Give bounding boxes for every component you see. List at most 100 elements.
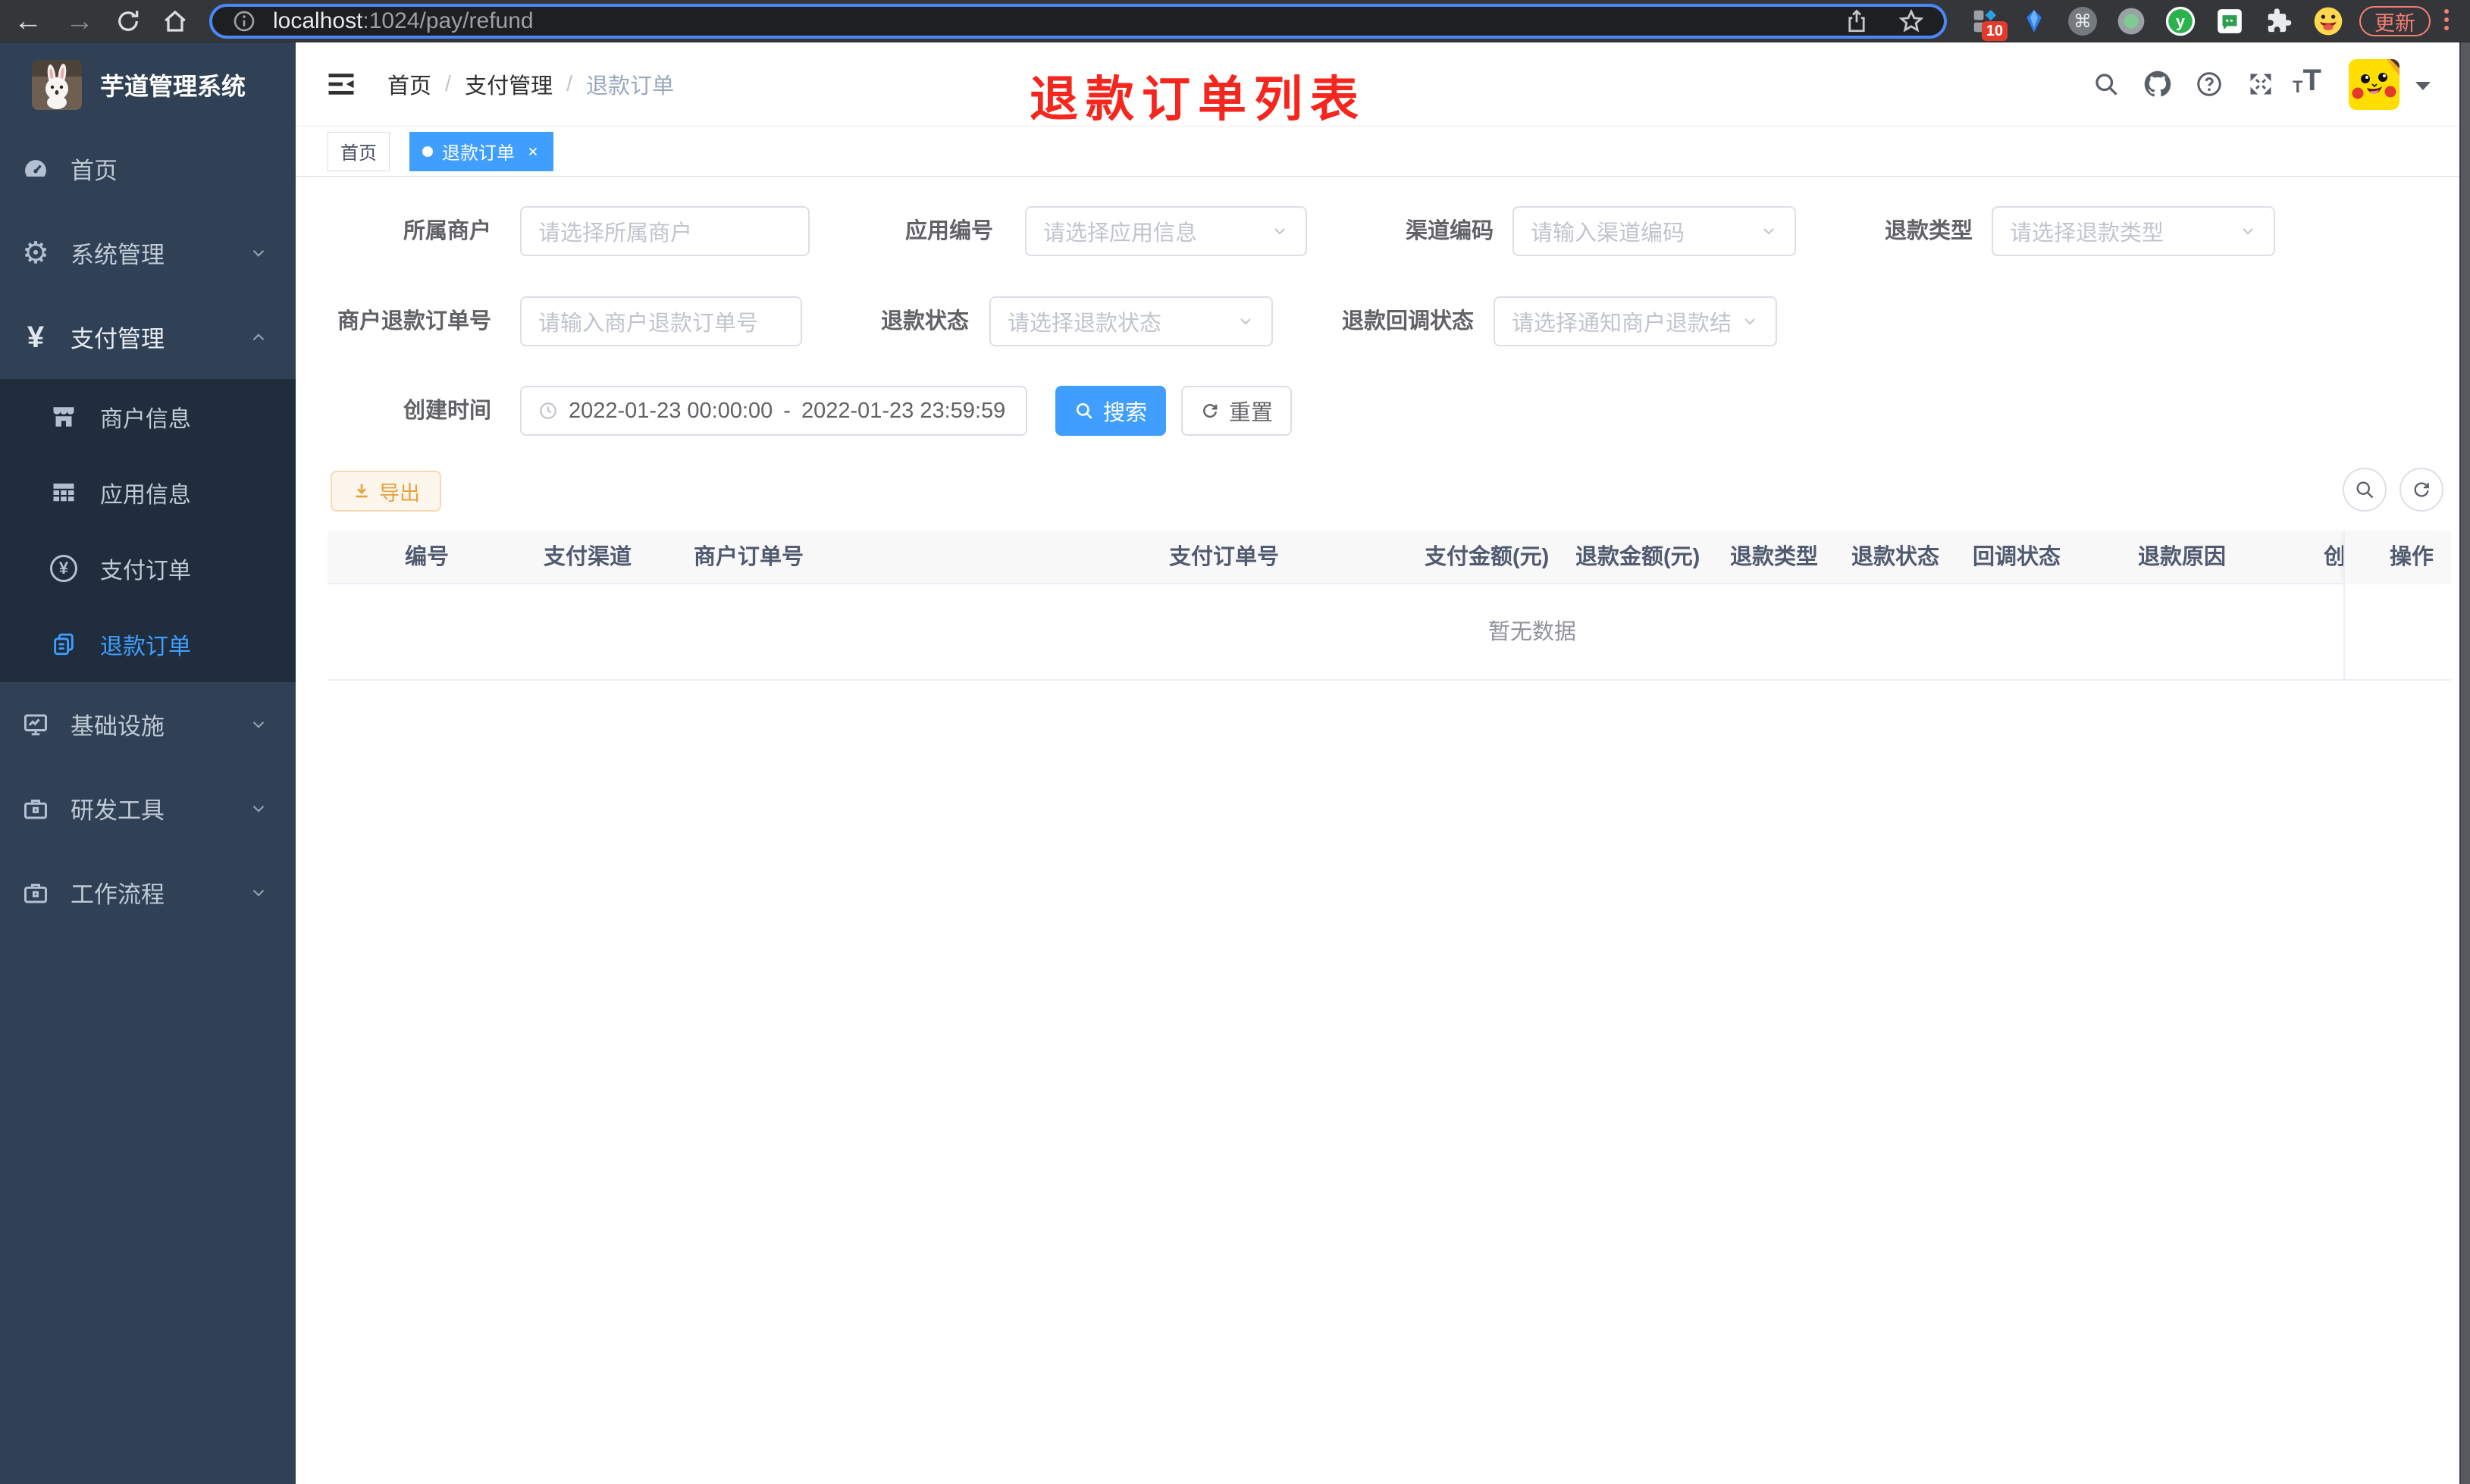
extensions-puzzle-icon[interactable] — [2264, 6, 2294, 36]
filter-label-channel: 渠道编码 — [1405, 219, 1494, 243]
url-path: :1024/pay/refund — [362, 8, 534, 33]
extension-command-icon[interactable]: ⌘ — [2068, 7, 2097, 36]
app-logo-row[interactable]: 芋道管理系统 — [0, 42, 296, 127]
extension-gem-icon[interactable] — [2019, 6, 2049, 36]
filter-label-refund-type: 退款类型 — [1884, 219, 1973, 243]
refund-status-select[interactable]: 请选择退款状态 — [989, 296, 1273, 346]
page-info-icon[interactable] — [232, 9, 256, 33]
extension-emoji-icon[interactable] — [2313, 6, 2343, 36]
github-icon[interactable] — [2144, 70, 2171, 98]
sidebar-item-label: 支付管理 — [71, 326, 165, 352]
document-copy-icon — [49, 629, 79, 659]
extension-chat-icon[interactable] — [2215, 6, 2245, 36]
chevron-down-icon — [249, 799, 268, 819]
col-pay-amount: 支付金额(元) — [1425, 545, 1550, 569]
chevron-down-icon — [249, 243, 268, 263]
monitor-chart-icon — [19, 708, 52, 741]
chevron-down-icon — [249, 715, 268, 734]
col-refund-type: 退款类型 — [1730, 545, 1819, 569]
extension-grid-icon[interactable]: 10 — [1970, 6, 2008, 41]
download-icon — [356, 484, 368, 498]
sidebar: 芋道管理系统 首页 ⚙ 系统管理 ¥ 支付管理 商户信息 应用信息 ¥ 支付订单… — [0, 42, 296, 1484]
sidebar-item-label: 基础设施 — [71, 713, 165, 740]
refresh-table-button[interactable] — [2399, 468, 2443, 512]
chevron-down-icon — [1271, 222, 1289, 240]
sidebar-item-refund-order[interactable]: 退款订单 — [0, 606, 296, 682]
channel-select[interactable]: 请输入渠道编码 — [1512, 206, 1796, 256]
browser-home-button[interactable] — [150, 0, 200, 42]
create-time-range-picker[interactable]: 2022-01-23 00:00:00 - 2022-01-23 23:59:5… — [520, 386, 1027, 436]
fullscreen-icon[interactable] — [2247, 70, 2274, 98]
tag-label: 退款订单 — [442, 143, 515, 164]
col-pay-order-no: 支付订单号 — [1169, 545, 1280, 569]
breadcrumb-pay[interactable]: 支付管理 — [465, 68, 553, 100]
shop-icon — [49, 402, 79, 432]
sidebar-item-label: 商户信息 — [100, 407, 191, 432]
sidebar-item-home[interactable]: 首页 — [0, 127, 296, 211]
top-navbar: 首页 / 支付管理 / 退款订单 退款订单列表 TT — [296, 42, 2470, 127]
caret-down-icon[interactable] — [2415, 82, 2431, 90]
address-bar[interactable]: localhost:1024/pay/refund — [209, 4, 1947, 39]
browser-update-button[interactable]: 更新 — [2359, 6, 2431, 36]
search-icon[interactable] — [2092, 70, 2120, 98]
extension-y-icon[interactable]: y — [2165, 6, 2196, 36]
sidebar-item-system[interactable]: ⚙ 系统管理 — [0, 211, 296, 295]
content-panel: 所属商户 请选择所属商户 应用编号 请选择应用信息 渠道编码 请输入渠道编码 退… — [296, 177, 2470, 1484]
merchant-refund-no-input[interactable]: 请输入商户退款订单号 — [520, 296, 802, 346]
main-area: 首页 / 支付管理 / 退款订单 退款订单列表 TT 首页 退款订单 所属商户 … — [296, 42, 2470, 1484]
tags-view-bar: 首页 退款订单 — [296, 126, 2470, 177]
tag-refund-order[interactable]: 退款订单 — [409, 131, 553, 171]
browser-menu-icon[interactable] — [2444, 9, 2450, 30]
date-end-value: 2022-01-23 23:59:59 — [801, 398, 1006, 423]
tag-home[interactable]: 首页 — [328, 131, 390, 171]
extension-record-icon[interactable] — [2116, 6, 2146, 36]
browser-forward-button[interactable]: → — [55, 0, 105, 42]
col-refund-status: 退款状态 — [1851, 545, 1940, 569]
col-refund-reason: 退款原因 — [2138, 545, 2227, 569]
tag-label: 首页 — [340, 143, 377, 164]
sidebar-item-pay[interactable]: ¥ 支付管理 — [0, 295, 296, 379]
search-icon — [1077, 403, 1092, 419]
tag-close-icon[interactable] — [525, 144, 541, 159]
browser-back-button[interactable]: ← — [3, 0, 53, 42]
font-size-icon[interactable]: TT — [2293, 65, 2332, 95]
sidebar-item-infra[interactable]: 基础设施 — [0, 682, 296, 766]
share-icon[interactable] — [1844, 8, 1870, 34]
sidebar-item-app-info[interactable]: 应用信息 — [0, 455, 296, 531]
empty-data-text: 暂无数据 — [1487, 620, 1577, 644]
merchant-select[interactable]: 请选择所属商户 — [520, 206, 810, 256]
sidebar-item-workflow[interactable]: 工作流程 — [0, 850, 296, 935]
chevron-down-icon — [1237, 312, 1255, 330]
bookmark-star-icon[interactable] — [1898, 8, 1924, 34]
sidebar-item-merchant-info[interactable]: 商户信息 — [0, 379, 296, 455]
help-icon[interactable] — [2196, 70, 2223, 98]
browser-reload-button[interactable] — [103, 0, 153, 42]
url-host: localhost — [273, 8, 363, 33]
toggle-search-button[interactable] — [2343, 468, 2387, 512]
user-avatar[interactable] — [2349, 59, 2399, 110]
col-id: 编号 — [405, 545, 450, 569]
sidebar-collapse-icon[interactable] — [324, 67, 358, 101]
col-merchant-order-no: 商户订单号 — [694, 545, 804, 569]
export-button[interactable]: 导出 — [331, 471, 441, 512]
refund-type-select[interactable]: 请选择退款类型 — [1992, 206, 2275, 256]
refresh-icon — [2414, 482, 2429, 497]
svg-text:y: y — [2176, 12, 2185, 31]
sidebar-item-label: 首页 — [71, 158, 118, 184]
sidebar-item-pay-order[interactable]: ¥ 支付订单 — [0, 531, 296, 606]
breadcrumb-home[interactable]: 首页 — [387, 68, 431, 100]
notify-status-select[interactable]: 请选择通知商户退款结果 — [1494, 296, 1777, 346]
sidebar-item-label: 工作流程 — [71, 881, 165, 908]
pay-submenu: 商户信息 应用信息 ¥ 支付订单 退款订单 — [0, 379, 296, 682]
app-no-select[interactable]: 请选择应用信息 — [1025, 206, 1307, 256]
reset-button[interactable]: 重置 — [1181, 386, 1292, 436]
sidebar-item-label: 应用信息 — [100, 483, 191, 508]
breadcrumb-refund: 退款订单 — [586, 74, 675, 99]
search-button[interactable]: 搜索 — [1055, 386, 1166, 436]
sidebar-item-label: 退款订单 — [100, 634, 191, 659]
sidebar-item-devtools[interactable]: 研发工具 — [0, 766, 296, 850]
page-scrollbar[interactable] — [2459, 42, 2470, 1484]
back-arrow-icon: ← — [14, 5, 42, 37]
fixed-column-divider — [2343, 531, 2345, 681]
table-grid-icon — [49, 477, 79, 508]
